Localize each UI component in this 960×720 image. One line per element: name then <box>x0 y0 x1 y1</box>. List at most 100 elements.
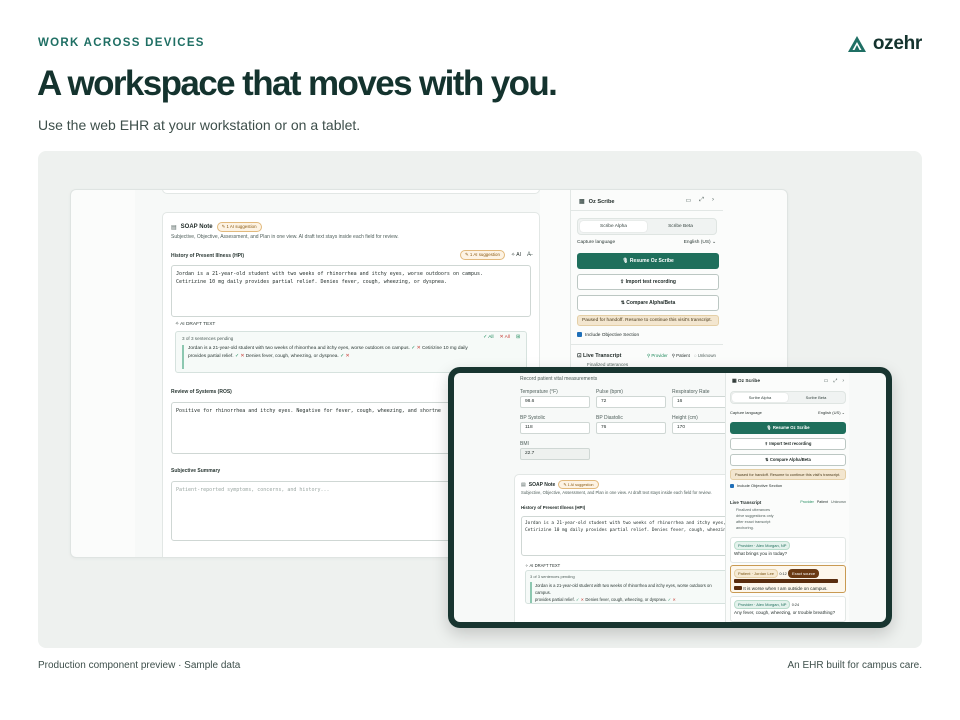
transcript-message-1: Provider · Alex Morgan, NP What brings y… <box>730 537 846 563</box>
soap-title: SOAP Note <box>180 224 213 230</box>
exact-source-tag: Exact source <box>787 569 820 578</box>
tablet-scribe-tabs: Scribe Alpha Scribe Beta <box>730 391 846 404</box>
paused-banner: Paused for handoff. Resume to continue t… <box>577 315 719 326</box>
transcript-message-2: Patient · Jordan Lee 0:12 Exact source I… <box>730 565 846 593</box>
previous-card <box>162 190 540 194</box>
resp-input[interactable]: 16 <box>672 396 732 408</box>
tablet-compare-button[interactable]: ⇅ Compare Alpha/Beta <box>730 454 846 466</box>
pulse-label: Pulse (bpm) <box>596 389 623 395</box>
tablet-live-sub: Finalized utterances drive suggestions o… <box>736 508 774 530</box>
minimize-icon[interactable]: ▭ <box>686 197 692 204</box>
legend-patient: ⚲ Patient <box>671 353 690 358</box>
expand-icon[interactable]: ⤢ <box>833 378 837 384</box>
expand-icon[interactable]: ⤢ <box>699 197 704 204</box>
tablet-oz-scribe-panel: ▦ Oz Scribe ▭ ⤢ › Scribe Alpha Scribe Be… <box>725 373 849 622</box>
tablet-soap-card: ▤ SOAP Note ✎ 1 AI suggestion Subjective… <box>514 474 734 622</box>
chevron-right-icon[interactable]: › <box>842 378 844 384</box>
subjective-summary-label: Subjective Summary <box>171 468 221 474</box>
pulse-input[interactable]: 72 <box>596 396 666 408</box>
bmi-label: BMI <box>520 441 529 447</box>
bp-systolic-input[interactable]: 118 <box>520 422 590 434</box>
compare-alpha-beta-button[interactable]: ⇅ Compare Alpha/Beta <box>577 295 719 311</box>
tab-scribe-beta[interactable]: Scribe Beta <box>647 221 714 232</box>
hpi-ai-badge: ✎ 1 AI suggestion <box>460 250 505 260</box>
ozehr-logo-icon <box>847 36 866 52</box>
tablet-screen: Record patient vital measurements Temper… <box>454 373 886 622</box>
draft-sentence-1: Jordan is a 21-year-old student with two… <box>188 346 410 351</box>
live-transcript-title: ⊡ Live Transcript <box>577 353 622 359</box>
bp-diastolic-input[interactable]: 76 <box>596 422 666 434</box>
scribe-version-tabs: Scribe Alpha Scribe Beta <box>577 218 717 235</box>
hpi-textarea[interactable]: Jordan is a 21-year-old student with two… <box>171 265 531 317</box>
tablet-draft-sentence-3: Denies fever, cough, wheezing, or dyspne… <box>585 597 667 602</box>
tablet-resume-button[interactable]: 🎙 Resume Oz Scribe <box>730 422 846 434</box>
tablet-capture-label: Capture language <box>730 410 762 415</box>
temperature-label: Temperature (°F) <box>520 389 558 395</box>
page-title: A workspace that moves with you. <box>37 64 558 103</box>
scribe-title: Oz Scribe <box>588 198 615 205</box>
tab-scribe-alpha[interactable]: Scribe Alpha <box>580 221 647 232</box>
document-icon: ▤ <box>521 481 526 488</box>
tablet-hpi-textarea[interactable]: Jordan is a 21-year-old student with two… <box>521 516 731 556</box>
scribe-icon: ▦ <box>579 199 585 205</box>
draft-sentence-3: provides partial relief. <box>188 354 234 359</box>
transcript-message-3: Provider · Alex Morgan, NP 0:24 Any feve… <box>730 596 846 622</box>
temperature-input[interactable]: 98.6 <box>520 396 590 408</box>
soap-subtitle: Subjective, Objective, Assessment, and P… <box>171 234 399 240</box>
tablet-draft-sentence-2: provides partial relief. <box>535 597 575 602</box>
legend-patient: Patient <box>816 500 829 504</box>
draft-sentences: Jordan is a 21-year-old student with two… <box>182 345 520 369</box>
vitals-intro: Record patient vital measurements <box>520 376 598 382</box>
resume-scribe-button[interactable]: 🎙 Resume Oz Scribe <box>577 253 719 269</box>
ai-draft-label: ✧ AI DRAFT TEXT <box>175 322 216 327</box>
height-label: Height (cm) <box>672 415 698 421</box>
view-diff-icon[interactable]: ⊞ <box>516 335 520 340</box>
bp-systolic-label: BP Systolic <box>520 415 546 421</box>
include-objective-checkbox[interactable]: Include Objective Section <box>577 332 639 338</box>
accept-all-button[interactable]: ✓ All <box>483 335 493 340</box>
ai-assist-button[interactable]: ✧ AI <box>511 252 521 258</box>
spellcheck-icon[interactable]: A̶ <box>527 252 531 258</box>
tablet-paused-banner: Paused for handoff. Resume to continue t… <box>730 469 846 480</box>
resp-label: Respiratory Rate <box>672 389 710 395</box>
legend-unknown: ◌ Unknown <box>693 353 716 358</box>
tablet-capture-select[interactable]: English (US) ⌄ <box>818 410 845 415</box>
page-subtitle: Use the web EHR at your workstation or o… <box>38 117 361 133</box>
tablet-device: Record patient vital measurements Temper… <box>448 367 892 628</box>
legend-provider: Provider <box>800 500 814 504</box>
tablet-hpi-label: History of Present Illness (HPI) <box>521 505 586 510</box>
legend-unknown: Unknown <box>831 500 846 504</box>
tab-scribe-alpha[interactable]: Scribe Alpha <box>732 393 788 402</box>
footer-note: Production component preview · Sample da… <box>38 660 241 671</box>
bp-diastolic-label: BP Diastolic <box>596 415 623 421</box>
tablet-live-title: Live Transcript <box>730 500 762 505</box>
tablet-soap-title: SOAP Note <box>528 481 556 488</box>
brand-logo: ozehr <box>847 33 922 55</box>
speaker-tag-patient: Patient · Jordan Lee <box>734 569 779 578</box>
tablet-draft-sentences: Jordan is a 21-year-old student with two… <box>530 582 726 603</box>
pending-count: 3 of 3 sentences pending <box>182 336 234 341</box>
minimize-icon[interactable]: ▭ <box>824 378 829 384</box>
tablet-import-button[interactable]: ⇪ Import test recording <box>730 438 846 450</box>
eyebrow: WORK ACROSS DEVICES <box>38 37 205 49</box>
speaker-tag-provider: Provider · Alex Morgan, NP <box>734 600 791 609</box>
tablet-pending-count: 3 of 3 sentences pending <box>530 574 575 579</box>
legend-provider: ⚲ Provider <box>646 353 668 358</box>
tablet-draft-sentence-1: Jordan is a 21-year-old student with two… <box>535 583 712 595</box>
tablet-include-objective[interactable]: Include Objective Section <box>730 483 782 488</box>
ai-suggestion-badge: ✎ 1 AI suggestion <box>216 222 262 232</box>
tablet-ai-draft-label: ✧ AI DRAFT TEXT <box>525 563 561 568</box>
reject-all-button[interactable]: ✕ All <box>500 335 510 340</box>
height-input[interactable]: 170 <box>672 422 732 434</box>
capture-language-select[interactable]: English (US) ⌄ <box>684 240 716 245</box>
tablet-ai-draft-panel: 3 of 3 sentences pending Jordan is a 21-… <box>525 570 729 604</box>
hpi-label: History of Present Illness (HPI) <box>171 253 245 259</box>
draft-sentence-4: Denies fever, cough, wheezing, or dyspne… <box>245 354 339 359</box>
tablet-scribe-title: ▦ Oz Scribe <box>732 379 761 384</box>
footer-tagline: An EHR built for campus care. <box>787 660 923 671</box>
tab-scribe-beta[interactable]: Scribe Beta <box>788 393 844 402</box>
chevron-right-icon[interactable]: › <box>712 197 714 204</box>
document-icon: ▤ <box>171 224 177 231</box>
draft-sentence-2: Cetirizine 10 mg daily <box>421 346 468 351</box>
import-recording-button[interactable]: ⇪ Import test recording <box>577 274 719 290</box>
